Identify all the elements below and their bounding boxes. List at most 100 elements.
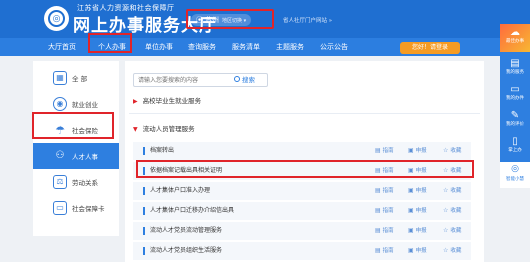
apply-link[interactable]: ▣ 申报 [408,242,427,260]
nav-home[interactable]: 大厅首页 [48,38,76,56]
category-all[interactable]: ▦ 全 部 [33,65,119,91]
smart-assistant[interactable]: ◎ 智能小慧 [500,162,530,188]
row-marker [143,227,145,235]
service-row[interactable]: 人才集体户口准入办理 ▤ 指南 ▣ 申报 ☆ 收藏 [133,182,471,200]
nav-announcements[interactable]: 公示公告 [320,38,348,56]
guide-label: 指南 [382,228,394,234]
section-floating-personnel[interactable]: ▼ 流动人员管理服务 [133,122,195,136]
service-row[interactable]: 流动人才党员组织生活服务 ▤ 指南 ▣ 申报 ☆ 收藏 [133,242,471,260]
guide-icon: ▤ [375,207,381,214]
sidebar-item-my-reviews[interactable]: ✎ 我的评价 [500,110,530,128]
divider [129,113,480,114]
service-name[interactable]: 流动人才党员流动管理服务 [150,222,222,240]
favorite-link[interactable]: ☆ 收藏 [443,142,461,160]
province-portal-link[interactable]: 省人社厅门户网站 » [283,16,332,24]
page: ◎ 江苏省人力资源和社会保障厅 网上办事服务大厅 ⦿ 苏州 地区切换 ▾ 省人社厅门… [0,0,530,262]
favorite-link[interactable]: ☆ 收藏 [443,242,461,260]
apply-icon: ▣ [408,247,414,254]
service-row[interactable]: 人才集体户口迁移办介绍信出具 ▤ 指南 ▣ 申报 ☆ 收藏 [133,202,471,220]
search-button-label: 搜索 [242,76,255,84]
caret-down-icon: ▼ [133,126,138,133]
service-name[interactable]: 人才集体户口迁移办介绍信出具 [150,202,234,220]
nav-organization[interactable]: 单位办事 [145,38,173,56]
favorite-label: 收藏 [450,248,462,254]
guide-label: 指南 [382,208,394,214]
section-title: 高校毕业生就业服务 [142,97,202,105]
guide-icon: ▤ [375,147,381,154]
apply-icon: ▣ [408,187,414,194]
logo-mark: ◎ [48,10,65,27]
guide-link[interactable]: ▤ 指南 [375,242,394,260]
grid-icon: ▦ [53,71,67,85]
category-talent[interactable]: ⚇ 人才人事 [33,143,119,169]
apply-label: 申报 [415,208,427,214]
service-row-highlight [136,160,474,178]
row-marker [143,187,145,195]
labor-icon: ⚖ [53,175,67,189]
guide-link[interactable]: ▤ 指南 [375,222,394,240]
apply-label: 申报 [415,228,427,234]
search-icon [234,76,240,82]
category-label: 人才人事 [72,153,98,161]
service-row[interactable]: 档案转出 ▤ 指南 ▣ 申报 ☆ 收藏 [133,142,471,160]
region-selector[interactable]: ⦿ 苏州 地区切换 ▾ [191,14,252,26]
category-label: 就业创业 [72,101,98,109]
category-labor-relations[interactable]: ⚖ 劳动关系 [33,169,119,195]
search-input[interactable] [138,74,218,86]
apply-link[interactable]: ▣ 申报 [408,182,427,200]
apply-link[interactable]: ▣ 申报 [408,142,427,160]
favorite-label: 收藏 [450,188,462,194]
region-switch[interactable]: 地区切换 ▾ [222,18,246,24]
sidebar-label: 我的服务 [506,70,524,75]
guide-label: 指南 [382,248,394,254]
category-talent-highlight [32,112,114,139]
guide-link[interactable]: ▤ 指南 [375,182,394,200]
favorite-link[interactable]: ☆ 收藏 [443,222,461,240]
guide-link[interactable]: ▤ 指南 [375,142,394,160]
sidebar-item-my-cases[interactable]: ▭ 我的办件 [500,84,530,102]
nav-topics[interactable]: 主题服务 [276,38,304,56]
sidebar-label: 我的办件 [506,96,524,101]
nav-query[interactable]: 查询服务 [188,38,216,56]
cloud-icon: ☁ [510,27,520,38]
login-button[interactable]: 您好！请登录 [400,42,460,54]
apply-icon: ▣ [408,147,414,154]
favorite-label: 收藏 [450,228,462,234]
guide-icon: ▤ [375,247,381,254]
service-name[interactable]: 人才集体户口准入办理 [150,182,210,200]
sidebar-label: 我的评价 [506,122,524,127]
section-graduate-services[interactable]: ▶ 高校毕业生就业服务 [133,94,201,108]
category-label: 劳动关系 [72,179,98,187]
row-marker [143,207,145,215]
guide-link[interactable]: ▤ 指南 [375,202,394,220]
apply-link[interactable]: ▣ 申报 [408,222,427,240]
star-icon: ☆ [443,187,449,194]
service-name[interactable]: 档案转出 [150,142,174,160]
service-name[interactable]: 流动人才党员组织生活服务 [150,242,222,260]
logo: ◎ [44,6,69,31]
favorite-label: 收藏 [450,208,462,214]
apply-link[interactable]: ▣ 申报 [408,202,427,220]
star-icon: ☆ [443,147,449,154]
favorite-link[interactable]: ☆ 收藏 [443,182,461,200]
nav-personal-highlight [88,33,132,53]
service-row[interactable]: 流动人才党员流动管理服务 ▤ 指南 ▣ 申报 ☆ 收藏 [133,222,471,240]
caret-right-icon: ▶ [133,98,138,105]
document-icon: ▤ [510,58,520,69]
search-button[interactable]: 搜索 [234,74,255,86]
sidebar-item-mobile[interactable]: ▯ 掌上办 [500,136,530,154]
phone-icon: ▯ [512,136,518,147]
sidebar-item-best[interactable]: ☁ 最佳办事 [500,27,530,45]
star-icon: ☆ [443,207,449,214]
guide-icon: ▤ [375,187,381,194]
category-label: 全 部 [72,75,88,83]
favorite-link[interactable]: ☆ 收藏 [443,202,461,220]
star-icon: ☆ [443,247,449,254]
nav-service-list[interactable]: 服务清单 [232,38,260,56]
sidebar-item-my-services[interactable]: ▤ 我的服务 [500,58,530,76]
row-marker [143,147,145,155]
employment-icon: ◉ [53,97,67,111]
talent-icon: ⚇ [55,150,65,161]
category-social-card[interactable]: ▭ 社会保障卡 [33,195,119,221]
guide-label: 指南 [382,148,394,154]
